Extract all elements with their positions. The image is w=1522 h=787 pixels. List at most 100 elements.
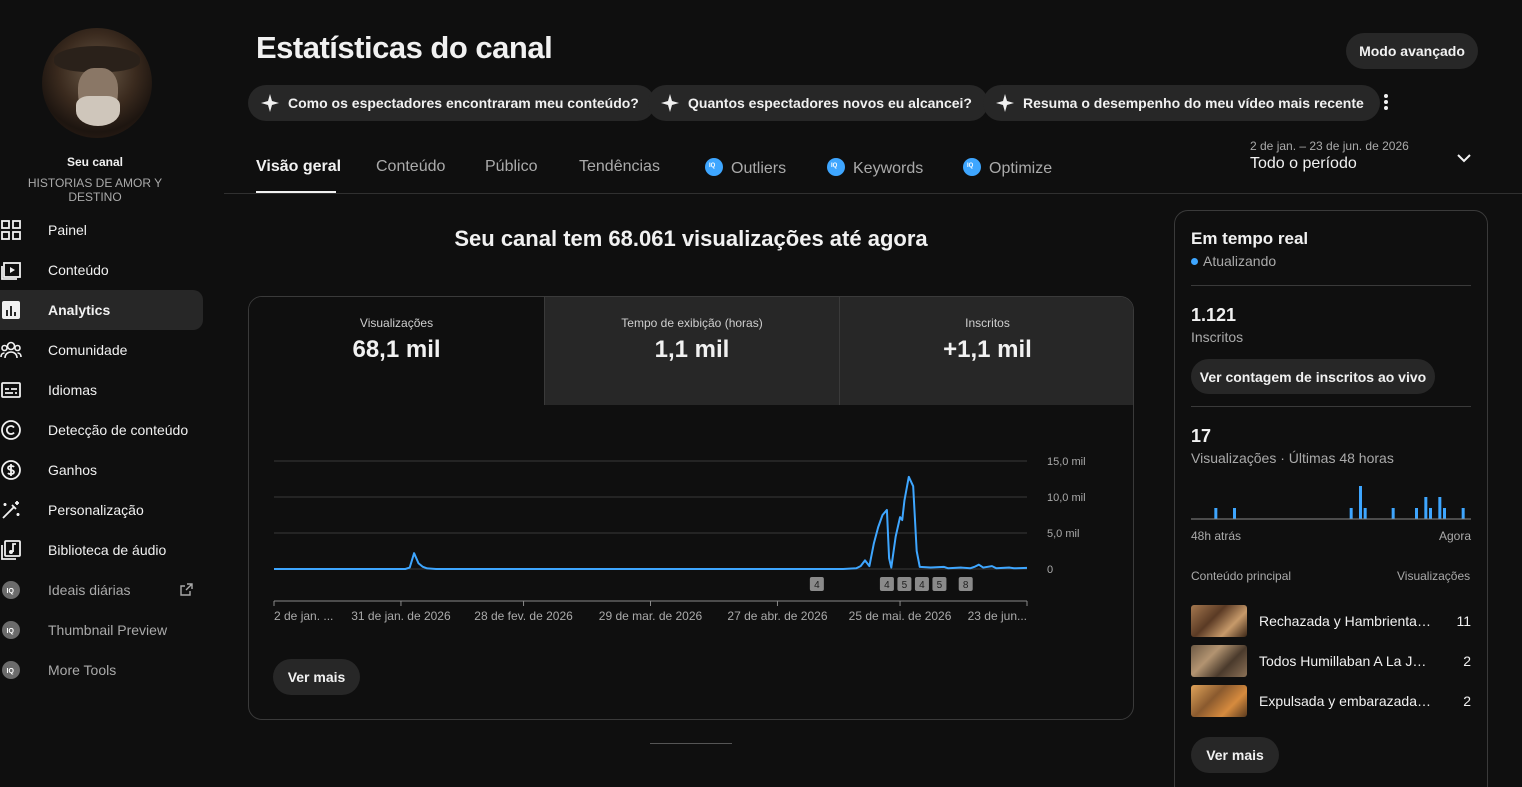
y-tick-label: 10,0 mil bbox=[1047, 492, 1086, 504]
sidebar-item-label: Detecção de conteúdo bbox=[48, 422, 189, 438]
metric-views[interactable]: Visualizações 68,1 mil bbox=[249, 297, 544, 405]
sidebar-item-deteccao[interactable]: Detecção de conteúdo bbox=[0, 410, 203, 450]
realtime-axis-end: Agora bbox=[1439, 529, 1472, 543]
tab-label: Outliers bbox=[731, 160, 787, 177]
sparkle-icon bbox=[996, 94, 1014, 112]
tab-outliers[interactable]: Outliers bbox=[705, 158, 786, 178]
tab-tendencias[interactable]: Tendências bbox=[579, 158, 660, 176]
top-content-row[interactable]: Rechazada y Hambrienta, ... 11 bbox=[1191, 605, 1471, 637]
sidebar: Seu canal HISTORIAS DE AMOR Y DESTINO Pa… bbox=[0, 0, 224, 787]
iq-icon: IQ bbox=[2, 581, 20, 599]
metric-label: Inscritos bbox=[965, 316, 1010, 330]
svg-text:IQ: IQ bbox=[7, 628, 15, 635]
tab-optimize[interactable]: Optimize bbox=[963, 158, 1052, 178]
views-line-chart[interactable]: 15,0 mil10,0 mil5,0 mil04 4 5 4 5 82 de jan. … bbox=[249, 405, 1134, 645]
realtime-bar-chart[interactable] bbox=[1191, 477, 1471, 521]
date-range-text[interactable]: 2 de jan. – 23 de jun. de 2026 bbox=[1250, 139, 1409, 153]
x-tick-label: 28 de fev. de 2026 bbox=[474, 609, 573, 623]
y-tick-label: 0 bbox=[1047, 564, 1053, 576]
metric-watch-time[interactable]: Tempo de exibição (horas) 1,1 mil bbox=[544, 297, 839, 405]
realtime-bar bbox=[1233, 508, 1236, 519]
chip-label: Resuma o desempenho do meu vídeo mais re… bbox=[1023, 95, 1364, 111]
tab-visao-geral[interactable]: Visão geral bbox=[256, 158, 341, 176]
divider bbox=[1191, 285, 1471, 286]
sidebar-item-label: Conteúdo bbox=[48, 262, 109, 278]
top-content-row[interactable]: Todos Humillaban A La Jov... 2 bbox=[1191, 645, 1471, 677]
x-tick-label: 2 de jan. ... bbox=[274, 609, 333, 623]
sidebar-item-more-tools[interactable]: IQ More Tools bbox=[0, 650, 203, 690]
sidebar-item-idiomas[interactable]: Idiomas bbox=[0, 370, 203, 410]
sparkle-icon bbox=[661, 94, 679, 112]
top-content-row[interactable]: Expulsada y embarazada, p... 2 bbox=[1191, 685, 1471, 717]
y-tick-label: 15,0 mil bbox=[1047, 456, 1086, 468]
advanced-mode-button[interactable]: Modo avançado bbox=[1346, 33, 1478, 69]
sidebar-item-analytics[interactable]: Analytics bbox=[0, 290, 203, 330]
video-title: Rechazada y Hambrienta, ... bbox=[1259, 613, 1433, 629]
see-more-button[interactable]: Ver mais bbox=[273, 659, 360, 695]
channel-name: HISTORIAS DE AMOR Y DESTINO bbox=[27, 176, 163, 204]
live-subscriber-count-button[interactable]: Ver contagem de inscritos ao vivo bbox=[1191, 359, 1435, 394]
sidebar-item-thumbnail-preview[interactable]: IQ Thumbnail Preview bbox=[0, 610, 203, 650]
y-tick-label: 5,0 mil bbox=[1047, 528, 1079, 540]
video-title: Expulsada y embarazada, p... bbox=[1259, 693, 1433, 709]
video-thumbnail bbox=[1191, 645, 1247, 677]
metric-subscribers[interactable]: Inscritos +1,1 mil bbox=[839, 297, 1133, 405]
video-thumbnail bbox=[1191, 605, 1247, 637]
annotation-marker-label: 4 bbox=[919, 580, 925, 591]
analytics-icon bbox=[2, 301, 20, 319]
more-options-icon[interactable] bbox=[1377, 92, 1395, 112]
channel-avatar[interactable] bbox=[42, 28, 152, 138]
x-tick-label: 23 de jun... bbox=[968, 609, 1027, 623]
video-views: 2 bbox=[1463, 693, 1471, 709]
sidebar-item-conteudo[interactable]: Conteúdo bbox=[0, 250, 203, 290]
page-title: Estatísticas do canal bbox=[256, 30, 553, 65]
magic-wand-icon bbox=[2, 501, 20, 519]
period-selector[interactable]: Todo o período bbox=[1250, 155, 1357, 173]
sidebar-item-biblioteca-audio[interactable]: Biblioteca de áudio bbox=[0, 530, 203, 570]
metric-value: 1,1 mil bbox=[654, 336, 730, 363]
sidebar-item-label: More Tools bbox=[48, 662, 117, 678]
avatar-beard bbox=[76, 96, 120, 126]
dollar-icon bbox=[1, 460, 21, 480]
sidebar-item-painel[interactable]: Painel bbox=[0, 210, 203, 250]
sidebar-item-comunidade[interactable]: Comunidade bbox=[0, 330, 203, 370]
metric-value: 68,1 mil bbox=[352, 336, 441, 363]
realtime-bar bbox=[1415, 508, 1418, 519]
video-thumbnail bbox=[1191, 685, 1247, 717]
iq-icon: IQ bbox=[2, 661, 20, 679]
chip-label: Quantos espectadores novos eu alcancei? bbox=[688, 95, 972, 111]
overview-headline: Seu canal tem 68.061 visualizações até a… bbox=[454, 226, 928, 251]
sidebar-item-ideais-diarias[interactable]: IQ Ideais diárias bbox=[0, 570, 203, 610]
realtime-bar bbox=[1359, 486, 1362, 519]
tab-publico[interactable]: Público bbox=[485, 158, 537, 176]
realtime-bar bbox=[1461, 508, 1465, 519]
sidebar-item-personalizacao[interactable]: Personalização bbox=[0, 490, 203, 530]
realtime-bar bbox=[1391, 508, 1395, 519]
status-text: Atualizando bbox=[1203, 253, 1277, 269]
x-tick-label: 27 de abr. de 2026 bbox=[727, 609, 827, 623]
realtime-see-more-button[interactable]: Ver mais bbox=[1191, 737, 1279, 773]
tab-keywords[interactable]: Keywords bbox=[827, 158, 923, 178]
suggestion-chip-discovery[interactable]: Como os espectadores encontraram meu con… bbox=[248, 85, 655, 121]
suggestion-chip-new-viewers[interactable]: Quantos espectadores novos eu alcancei? bbox=[648, 85, 988, 121]
realtime-bar bbox=[1424, 497, 1428, 519]
top-content-header: Conteúdo principal bbox=[1191, 569, 1292, 583]
external-link-icon bbox=[180, 583, 193, 596]
views-48h-label: Visualizações · Últimas 48 horas bbox=[1191, 450, 1394, 466]
realtime-bar bbox=[1363, 508, 1367, 519]
realtime-bar bbox=[1214, 508, 1218, 519]
sidebar-item-ganhos[interactable]: Ganhos bbox=[0, 450, 203, 490]
chevron-down-icon[interactable] bbox=[1456, 152, 1472, 164]
tabs-divider bbox=[224, 193, 1522, 194]
metric-label: Visualizações bbox=[359, 316, 434, 330]
tab-conteudo[interactable]: Conteúdo bbox=[376, 158, 445, 176]
metric-value: +1,1 mil bbox=[943, 336, 1032, 363]
suggestion-chip-recent-video[interactable]: Resuma o desempenho do meu vídeo mais re… bbox=[983, 85, 1380, 121]
sidebar-item-label: Painel bbox=[48, 222, 87, 238]
svg-text:IQ: IQ bbox=[7, 588, 15, 595]
realtime-bar bbox=[1443, 508, 1446, 519]
top-content-metric: Visualizações bbox=[1397, 569, 1471, 583]
video-views: 11 bbox=[1456, 613, 1471, 629]
audio-library-icon bbox=[1, 540, 21, 560]
sidebar-item-label: Ganhos bbox=[48, 462, 98, 478]
